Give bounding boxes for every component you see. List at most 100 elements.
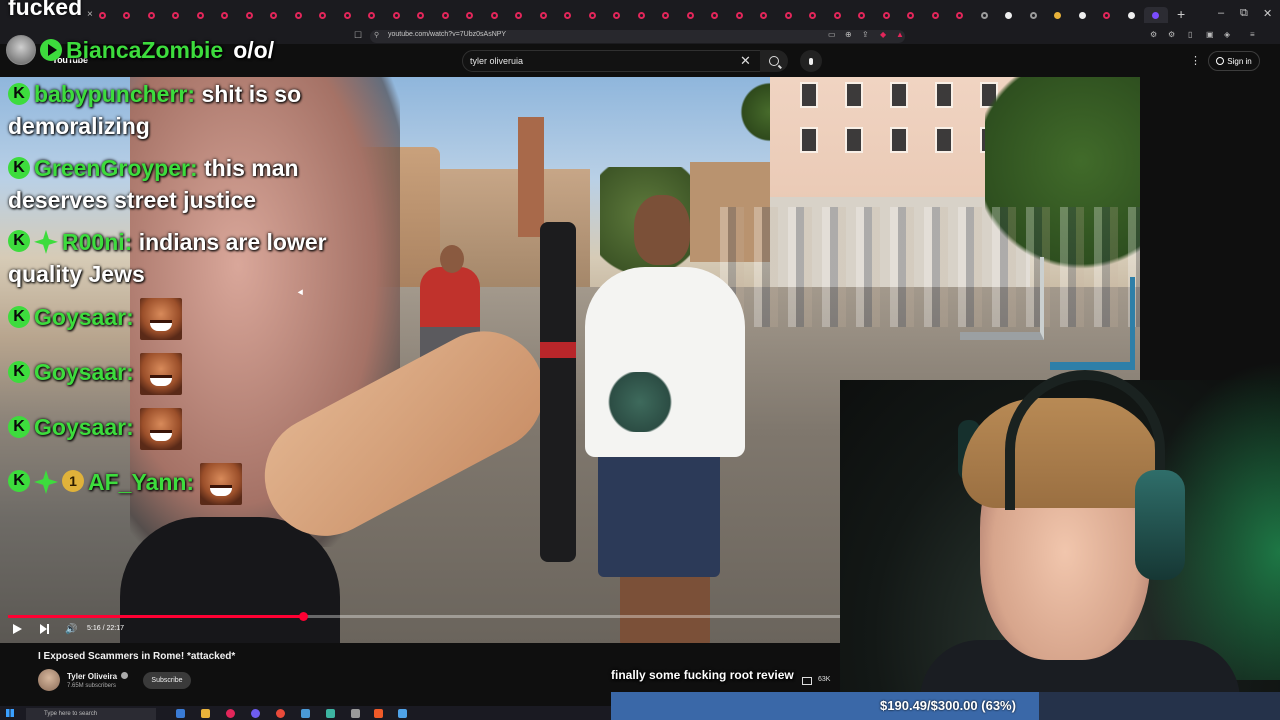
obs-icon[interactable] [351,709,360,718]
lock-icon[interactable]: ⚲ [374,31,379,39]
channel-name[interactable]: Tyler Oliveira [67,672,117,681]
browser-tab[interactable] [801,7,826,23]
settings-icon[interactable]: ⚙ [1168,30,1175,39]
brave-icon[interactable] [374,709,383,718]
subscribe-button[interactable]: Subscribe [143,672,191,689]
search-query[interactable]: tyler oliveruia [470,56,523,66]
browser-tab[interactable] [409,7,434,23]
task-view-icon[interactable] [176,709,185,718]
taskbar-search-placeholder[interactable]: Type here to search [44,711,97,717]
browser-tab[interactable] [531,7,556,23]
tab-favicon-icon [907,11,915,19]
browser-tab[interactable] [1070,7,1095,23]
windows-start-icon[interactable] [6,709,14,717]
wallet-icon[interactable]: ▣ [1206,30,1214,39]
tab-favicon-icon [613,11,621,19]
browser-tab[interactable] [90,7,115,23]
more-options-icon[interactable]: ⋮ [1190,54,1201,67]
donation-goal-text: $190.49/$300.00 (63%) [880,698,1016,713]
volume-icon[interactable]: 🔊 [65,624,77,635]
browser-tab[interactable] [188,7,213,23]
chat-username: Goysaar [34,304,127,331]
chat-overflow-text: fucked [8,0,83,20]
selfie-stick [540,222,576,562]
browser-tab[interactable] [923,7,948,23]
cast-icon[interactable]: ▭ [828,30,836,39]
tab-favicon-icon [588,11,596,19]
sidebar-icon[interactable]: ▯ [1188,30,1192,39]
browser-tab[interactable] [1046,7,1071,23]
browser-tab[interactable] [629,7,654,23]
bookmark-icon[interactable]: ☐ [354,30,362,41]
audio-app-icon[interactable] [398,709,407,718]
browser-tab[interactable] [752,7,777,23]
browser-tab[interactable] [678,7,703,23]
channel-avatar[interactable] [38,669,60,691]
browser-tab[interactable] [507,7,532,23]
browser-tab[interactable] [286,7,311,23]
browser-tab[interactable] [776,7,801,23]
vpn-icon[interactable]: ◈ [1224,30,1230,39]
maximize-button[interactable]: ⧉ [1240,7,1248,20]
browser-tab[interactable] [556,7,581,23]
browser-tab[interactable] [458,7,483,23]
close-icon[interactable]: ✕ [740,53,751,69]
browser-tab[interactable] [213,7,238,23]
browser-tab[interactable] [384,7,409,23]
progress-bar[interactable] [8,612,844,621]
browser-tab[interactable] [262,7,287,23]
chrome-icon[interactable] [276,709,285,718]
browser-tab[interactable] [1021,7,1046,23]
browser-tab[interactable] [580,7,605,23]
zoom-icon[interactable]: ⊕ [845,30,852,39]
browser-tab[interactable] [1095,7,1120,23]
browser-tab[interactable] [335,7,360,23]
search-button[interactable] [760,50,788,72]
browser-tab[interactable] [997,7,1022,23]
browser-tab[interactable] [874,7,899,23]
browser-tab[interactable] [972,7,997,23]
browser-tab[interactable] [164,7,189,23]
new-tab-button[interactable]: + [1177,6,1185,22]
browser-tab[interactable] [654,7,679,23]
close-window-button[interactable]: ✕ [1263,7,1272,20]
tab-favicon-icon [1152,11,1160,19]
menu-icon[interactable]: ≡ [1250,30,1255,39]
discord-icon[interactable] [251,709,260,718]
browser-tab[interactable] [1143,7,1168,23]
tab-favicon-icon [564,11,572,19]
next-icon[interactable] [40,624,49,634]
browser-tab[interactable] [703,7,728,23]
file-explorer-icon[interactable] [201,709,210,718]
browser-tab[interactable] [727,7,752,23]
browser-tab[interactable] [850,7,875,23]
browser-tab[interactable] [899,7,924,23]
browser-tab[interactable] [948,7,973,23]
play-icon[interactable] [13,624,22,634]
browser-tab[interactable] [115,7,140,23]
browser-tab[interactable] [605,7,630,23]
browser-tab[interactable] [237,7,262,23]
sign-in-button[interactable]: Sign in [1208,51,1260,71]
app-icon[interactable] [226,709,235,718]
share-icon[interactable]: ⇪ [862,30,869,39]
steam-icon[interactable] [301,709,310,718]
app-icon[interactable] [326,709,335,718]
browser-tab[interactable] [433,7,458,23]
browser-tab[interactable] [482,7,507,23]
extension-alert-icon[interactable]: ▲ [896,30,904,39]
url-text[interactable]: youtube.com/watch?v=7Ubz0sAsNPY [388,31,506,38]
extensions-icon[interactable]: ⚙ [1150,30,1157,39]
extension-shield-icon[interactable]: ◆ [880,30,886,39]
chat-username: BiancaZombie [66,36,224,63]
browser-tab[interactable] [360,7,385,23]
browser-tab[interactable] [1119,7,1144,23]
tab-favicon-icon [1103,11,1111,19]
voice-search-button[interactable] [800,50,822,72]
minimize-button[interactable]: – [1218,7,1224,19]
browser-tab[interactable] [139,7,164,23]
browser-tab[interactable] [825,7,850,23]
chat-message: Goysaar: [8,298,328,340]
browser-tab[interactable] [311,7,336,23]
man-head [634,195,690,265]
